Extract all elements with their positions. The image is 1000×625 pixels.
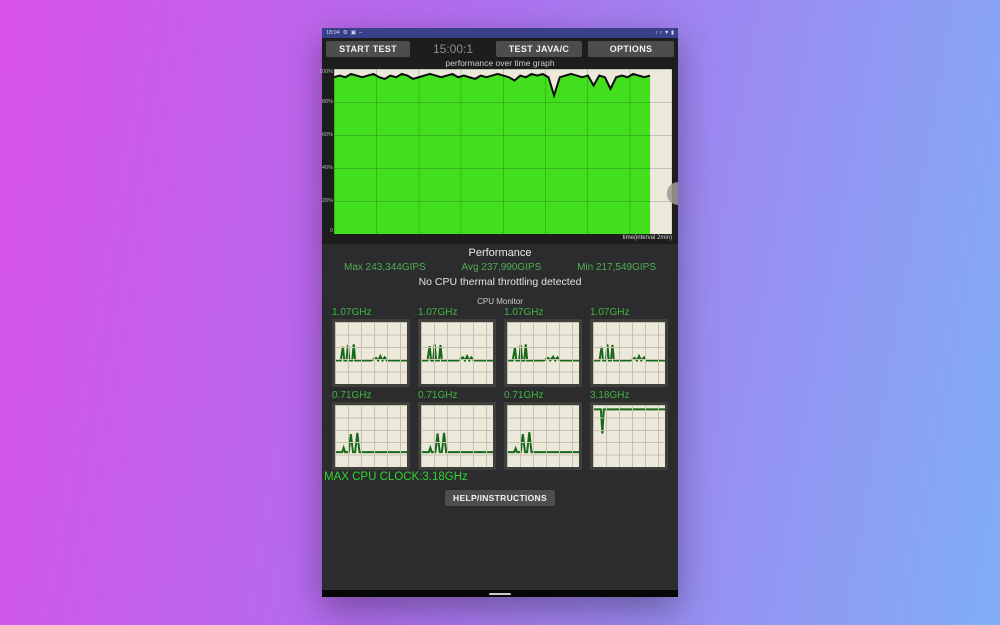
gear-icon: ⚙	[342, 30, 348, 36]
avg-gips-value: Avg 237,990GIPS	[461, 262, 542, 273]
app-window: 18:04 ⚙ ▣ ‒ ↕ ○ ▼ ▮ START TEST 15:00:1 T…	[318, 28, 678, 597]
max-cpu-clock-text: MAX CPU CLOCK:3.18GHz	[324, 471, 468, 483]
test-java-c-button[interactable]: TEST JAVA/C	[496, 41, 582, 57]
toolbar: START TEST 15:00:1 TEST JAVA/C OPTIONS	[322, 38, 678, 58]
cpu-core-3-clock: 1.07GHz	[504, 307, 544, 318]
cpu-core-2-clock: 1.07GHz	[418, 307, 458, 318]
cpu-core-4-graph	[593, 322, 665, 384]
y-tick-60: 60%	[321, 132, 333, 138]
more-notifications-icon: ‒	[358, 30, 362, 36]
gesture-bar[interactable]	[489, 592, 511, 595]
x-axis-label: time(interval 2min)	[622, 235, 672, 241]
cpu-core-6: 0.71GHz	[418, 390, 496, 470]
performance-plot-area	[334, 69, 672, 234]
cpu-core-4-clock: 1.07GHz	[590, 307, 630, 318]
clock-text: 18:04	[326, 30, 340, 36]
cpu-core-7-clock: 0.71GHz	[504, 390, 544, 401]
cpu-core-2-graph	[421, 322, 493, 384]
cpu-core-5-clock: 0.71GHz	[332, 390, 372, 401]
start-test-button[interactable]: START TEST	[326, 41, 410, 57]
status-right-icons: ↕ ○ ▼ ▮	[654, 30, 674, 36]
help-instructions-button[interactable]: HELP/INSTRUCTIONS	[445, 490, 555, 506]
cpu-monitor-heading: CPU Monitor	[477, 297, 523, 306]
y-tick-40: 40%	[321, 165, 333, 171]
results-section: Performance Max 243,344GIPS Avg 237,990G…	[322, 244, 678, 597]
performance-graph-title: performance over time graph	[445, 58, 555, 68]
cpu-core-1-graph	[335, 322, 407, 384]
cpu-core-5-graph	[335, 405, 407, 467]
performance-chart: 100% 80% 60% 40% 20% 0	[318, 69, 678, 234]
performance-area-svg	[334, 69, 672, 234]
options-button[interactable]: OPTIONS	[588, 41, 674, 57]
navigation-bar	[322, 590, 678, 597]
cpu-core-5: 0.71GHz	[332, 390, 410, 470]
performance-stats: Max 243,344GIPS Avg 237,990GIPS Min 217,…	[322, 262, 678, 273]
min-gips-value: Min 217,549GIPS	[577, 262, 656, 273]
cpu-core-4: 1.07GHz	[590, 307, 668, 387]
cpu-core-8-graph	[593, 405, 665, 467]
cpu-core-8-clock: 3.18GHz	[590, 390, 630, 401]
cpu-grid-row-1: 1.07GHz 1.07GHz 1.07GHz 1.07GHz	[322, 307, 678, 387]
cpu-core-2: 1.07GHz	[418, 307, 496, 387]
y-tick-100: 100%	[318, 69, 333, 75]
max-gips-value: Max 243,344GIPS	[344, 262, 426, 273]
cpu-core-6-graph	[421, 405, 493, 467]
cpu-core-7-graph	[507, 405, 579, 467]
app-notification-icon: ▣	[350, 30, 356, 36]
timer-display: 15:00:1	[432, 42, 474, 56]
empty-area	[322, 506, 678, 590]
y-tick-0: 0	[329, 228, 333, 234]
cpu-core-1-clock: 1.07GHz	[332, 307, 372, 318]
cpu-core-3: 1.07GHz	[504, 307, 582, 387]
y-tick-20: 20%	[321, 198, 333, 204]
y-tick-80: 80%	[321, 99, 333, 105]
cpu-core-7: 0.71GHz	[504, 390, 582, 470]
throttle-status-text: No CPU thermal throttling detected	[418, 276, 582, 288]
cpu-core-3-graph	[507, 322, 579, 384]
cpu-core-1: 1.07GHz	[332, 307, 410, 387]
status-bar: 18:04 ⚙ ▣ ‒ ↕ ○ ▼ ▮	[322, 28, 678, 38]
cpu-grid-row-2: 0.71GHz 0.71GHz 0.71GHz 3.18GHz	[322, 390, 678, 470]
cpu-core-8: 3.18GHz	[590, 390, 668, 470]
y-axis-labels: 100% 80% 60% 40% 20% 0	[318, 69, 334, 234]
performance-heading: Performance	[468, 247, 532, 259]
cpu-core-6-clock: 0.71GHz	[418, 390, 458, 401]
desktop-background: 18:04 ⚙ ▣ ‒ ↕ ○ ▼ ▮ START TEST 15:00:1 T…	[0, 0, 1000, 625]
